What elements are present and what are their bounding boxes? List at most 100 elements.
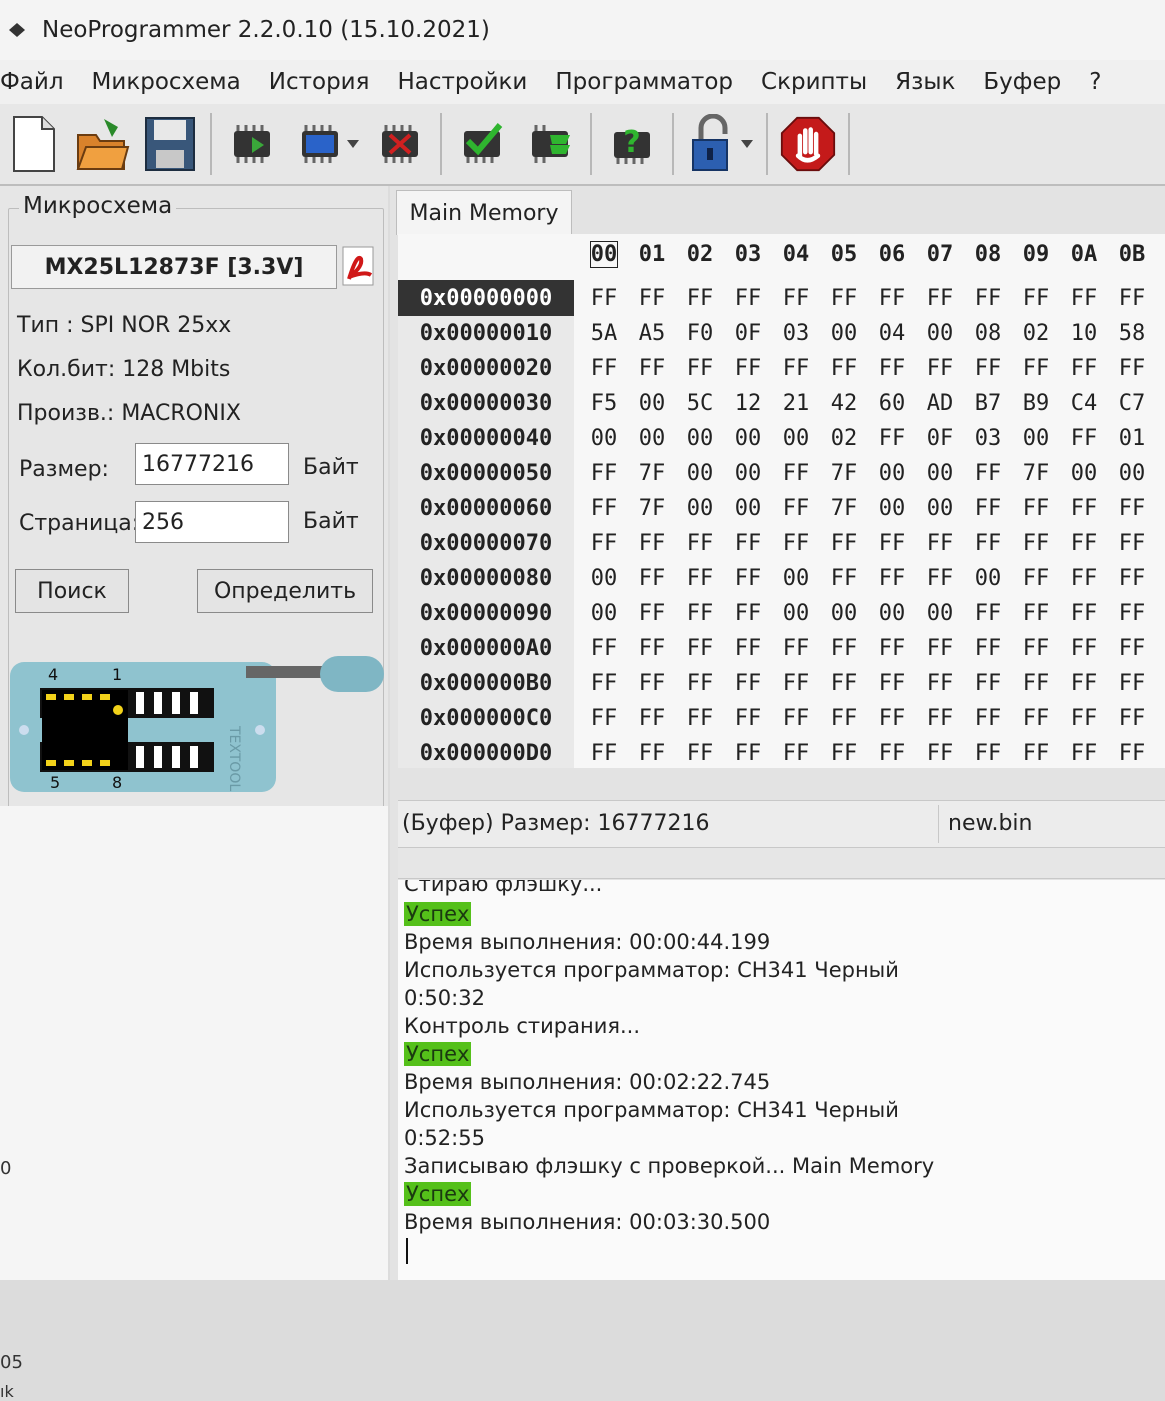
hex-byte[interactable]: FF [916, 700, 964, 736]
hex-byte[interactable]: FF [628, 350, 676, 386]
hex-byte[interactable]: FF [1060, 560, 1108, 596]
hex-byte[interactable]: 58 [1108, 315, 1156, 351]
hex-byte[interactable]: FF [820, 525, 868, 561]
hex-byte[interactable]: F5 [580, 385, 628, 421]
hex-address[interactable]: 0x000000B0 [398, 665, 574, 701]
hex-byte[interactable]: FF [676, 630, 724, 666]
hex-byte[interactable]: FF [1108, 490, 1156, 526]
hex-byte[interactable]: 42 [820, 385, 868, 421]
hex-address[interactable]: 0x00000060 [398, 490, 574, 526]
page-field[interactable]: 256 [135, 501, 289, 543]
hex-byte[interactable]: FF [772, 735, 820, 768]
hex-byte[interactable]: FF [772, 665, 820, 701]
hex-byte[interactable]: FF [676, 735, 724, 768]
hex-byte[interactable]: FF [868, 420, 916, 456]
hex-byte[interactable]: 08 [964, 315, 1012, 351]
hex-byte[interactable]: FF [580, 525, 628, 561]
hex-byte[interactable]: FF [1108, 560, 1156, 596]
detect-button[interactable]: Определить [197, 569, 373, 613]
hex-byte[interactable]: FF [724, 560, 772, 596]
hex-byte[interactable]: FF [1060, 595, 1108, 631]
auto-program-button[interactable] [522, 112, 578, 176]
hex-byte[interactable]: FF [580, 630, 628, 666]
hex-byte[interactable]: 60 [868, 385, 916, 421]
hex-byte[interactable]: A5 [628, 315, 676, 351]
hex-address[interactable]: 0x000000A0 [398, 630, 574, 666]
hex-byte[interactable]: FF [868, 700, 916, 736]
menu-scripts[interactable]: Скрипты [747, 69, 881, 95]
hex-byte[interactable]: 00 [676, 455, 724, 491]
hex-byte[interactable]: 5C [676, 385, 724, 421]
hex-byte[interactable]: FF [916, 280, 964, 316]
hex-row[interactable]: 0x00000080 00 FF FF FF 00 FF FF FF 00 FF FF FF [398, 560, 1165, 596]
menu-buffer[interactable]: Буфер [969, 69, 1075, 95]
hex-byte[interactable]: FF [772, 630, 820, 666]
hex-byte[interactable]: FF [868, 560, 916, 596]
hex-byte[interactable]: FF [628, 525, 676, 561]
hex-byte[interactable]: C4 [1060, 385, 1108, 421]
hex-byte[interactable]: FF [1060, 735, 1108, 768]
hex-address[interactable]: 0x00000010 [398, 315, 574, 351]
hex-byte[interactable]: FF [1012, 630, 1060, 666]
hex-byte[interactable]: 00 [580, 420, 628, 456]
hex-byte[interactable]: FF [1060, 525, 1108, 561]
tab-main-memory[interactable]: Main Memory [396, 190, 572, 235]
hex-byte[interactable]: 00 [916, 455, 964, 491]
pdf-datasheet-icon[interactable] [339, 245, 379, 287]
size-field[interactable]: 16777216 [135, 443, 289, 485]
stop-button[interactable] [780, 112, 836, 176]
hex-byte[interactable]: FF [964, 630, 1012, 666]
hex-byte[interactable]: 00 [628, 385, 676, 421]
detect-chip-button[interactable]: ? [604, 112, 660, 176]
hex-byte[interactable]: FF [916, 735, 964, 768]
new-file-button[interactable] [6, 112, 62, 176]
write-chip-button[interactable] [292, 112, 348, 176]
hex-byte[interactable]: 00 [868, 595, 916, 631]
hex-byte[interactable]: FF [1060, 420, 1108, 456]
hex-byte[interactable]: FF [1060, 665, 1108, 701]
hex-byte[interactable]: FF [628, 735, 676, 768]
hex-byte[interactable]: FF [724, 630, 772, 666]
hex-byte[interactable]: 00 [964, 560, 1012, 596]
hex-byte[interactable]: FF [676, 280, 724, 316]
menu-file[interactable]: Файл [0, 69, 78, 95]
hex-byte[interactable]: FF [676, 525, 724, 561]
hex-byte[interactable]: 00 [916, 490, 964, 526]
save-file-button[interactable] [142, 112, 198, 176]
hex-byte[interactable]: FF [964, 490, 1012, 526]
hex-byte[interactable]: B9 [1012, 385, 1060, 421]
hex-byte[interactable]: FF [580, 735, 628, 768]
hex-byte[interactable]: FF [964, 595, 1012, 631]
hex-byte[interactable]: FF [1012, 350, 1060, 386]
hex-byte[interactable]: FF [820, 630, 868, 666]
hex-byte[interactable]: 7F [628, 455, 676, 491]
hex-row[interactable]: 0x00000040 00 00 00 00 00 02 FF 0F 03 00 FF 01 [398, 420, 1165, 456]
hex-byte[interactable]: FF [628, 595, 676, 631]
menu-chip[interactable]: Микросхема [78, 69, 255, 95]
hex-byte[interactable]: FF [580, 665, 628, 701]
hex-row[interactable]: 0x00000000 FF FF FF FF FF FF FF FF FF FF FF FF [398, 280, 1165, 316]
hex-byte[interactable]: FF [1012, 560, 1060, 596]
hex-address[interactable]: 0x00000050 [398, 455, 574, 491]
menu-programmer[interactable]: Программатор [541, 69, 747, 95]
hex-byte[interactable]: FF [1108, 525, 1156, 561]
hex-byte[interactable]: FF [964, 665, 1012, 701]
menu-language[interactable]: Язык [881, 69, 969, 95]
menu-help[interactable]: ? [1075, 69, 1115, 95]
hex-byte[interactable]: FF [964, 280, 1012, 316]
hex-byte[interactable]: F0 [676, 315, 724, 351]
hex-byte[interactable]: 00 [820, 595, 868, 631]
hex-byte[interactable]: 21 [772, 385, 820, 421]
hex-byte[interactable]: FF [772, 700, 820, 736]
hex-byte[interactable]: 00 [772, 560, 820, 596]
hex-byte[interactable]: 00 [772, 595, 820, 631]
hex-byte[interactable]: 7F [1012, 455, 1060, 491]
hex-row[interactable]: 0x00000030 F5 00 5C 12 21 42 60 AD B7 B9 C4 C7 [398, 385, 1165, 421]
hex-byte[interactable]: FF [628, 665, 676, 701]
hex-row[interactable]: 0x000000A0 FF FF FF FF FF FF FF FF FF FF FF FF [398, 630, 1165, 666]
hex-byte[interactable]: 0F [916, 420, 964, 456]
hex-byte[interactable]: 5A [580, 315, 628, 351]
hex-address[interactable]: 0x00000040 [398, 420, 574, 456]
hex-byte[interactable]: FF [1012, 595, 1060, 631]
panel-splitter[interactable] [398, 848, 1165, 879]
